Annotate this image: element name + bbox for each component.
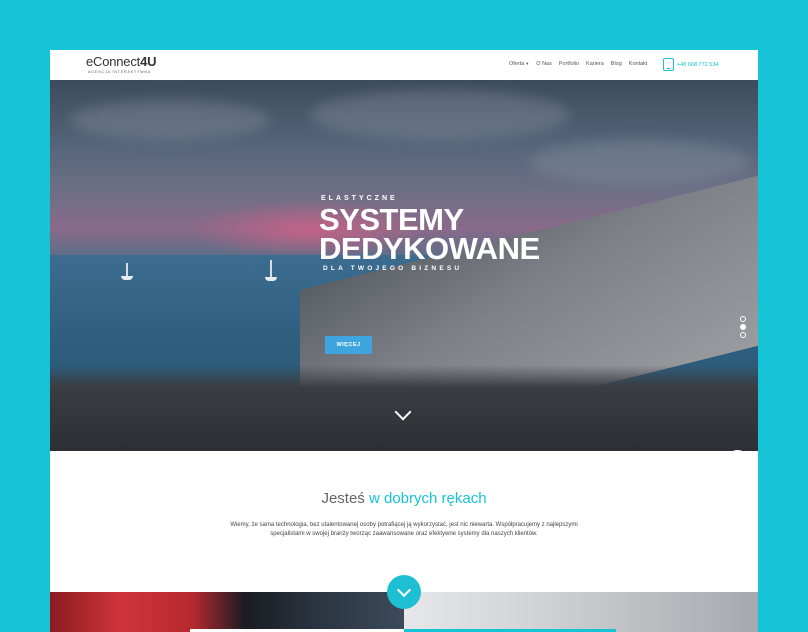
- slider-dot-icon[interactable]: [740, 324, 746, 330]
- phone-link[interactable]: +48 668 772 534: [663, 58, 718, 71]
- logo-suffix: 4U: [140, 54, 157, 69]
- intro-title-plain: Jesteś: [321, 490, 369, 507]
- more-button[interactable]: WIĘCEJ: [325, 336, 372, 354]
- logo-wordmark: eConnect4U: [86, 55, 156, 69]
- hero-sailboat: [265, 260, 277, 281]
- caret-down-icon: ▼: [525, 61, 530, 66]
- site-header: eConnect4U AGENCJA INTERAKTYWNA Oferta▼ …: [50, 50, 758, 80]
- page: eConnect4U AGENCJA INTERAKTYWNA Oferta▼ …: [50, 50, 758, 632]
- hero-text: ELASTYCZNE SYSTEMY DEDYKOWANE DLA TWOJEG…: [319, 195, 540, 272]
- portfolio-image-right[interactable]: [404, 592, 758, 632]
- logo-prefix: eConnect: [86, 54, 141, 69]
- phone-number: +48 668 772 534: [677, 61, 719, 68]
- main-nav: Oferta▼ O Nas Portfolio Kariera Blog Kon…: [509, 61, 654, 67]
- scroll-down-button[interactable]: [387, 575, 421, 609]
- phone-icon: [663, 58, 674, 71]
- hero-eyebrow: ELASTYCZNE: [321, 195, 398, 202]
- nav-item-kontakt[interactable]: Kontakt: [629, 61, 648, 67]
- nav-item-blog[interactable]: Blog: [611, 61, 622, 67]
- logo[interactable]: eConnect4U AGENCJA INTERAKTYWNA: [86, 55, 156, 75]
- nav-item-label: Oferta: [509, 61, 525, 67]
- nav-item-portfolio[interactable]: Portfolio: [559, 61, 579, 67]
- hero-slider: ELASTYCZNE SYSTEMY DEDYKOWANE DLA TWOJEG…: [50, 80, 758, 451]
- nav-item-o-nas[interactable]: O Nas: [536, 61, 552, 67]
- intro-title-accent: w dobrych rękach: [368, 490, 487, 507]
- slider-dot-icon[interactable]: [740, 332, 746, 338]
- intro-body: Wiemy, że sama technologia, bez utalento…: [230, 522, 578, 537]
- hero-headline-line1: SYSTEMY: [319, 202, 464, 237]
- intro-title: Jesteś w dobrych rękach: [50, 490, 758, 507]
- hero-tagline: DLA TWOJEGO BIZNESU: [323, 265, 463, 272]
- hero-cloud: [530, 140, 750, 185]
- hero-cloud: [70, 100, 270, 140]
- nav-item-oferta[interactable]: Oferta▼: [509, 61, 529, 67]
- portfolio-image-left[interactable]: [50, 592, 404, 632]
- hero-headline-line2: DEDYKOWANE: [319, 231, 540, 266]
- hero-headline: SYSTEMY DEDYKOWANE: [319, 202, 540, 266]
- hero-cloud: [310, 90, 570, 140]
- slider-dot-icon[interactable]: [740, 316, 746, 322]
- nav-item-kariera[interactable]: Kariera: [586, 61, 604, 67]
- hero-sailboat: [121, 263, 133, 280]
- logo-tagline: AGENCJA INTERAKTYWNA: [88, 70, 152, 74]
- slider-dots: [740, 316, 746, 340]
